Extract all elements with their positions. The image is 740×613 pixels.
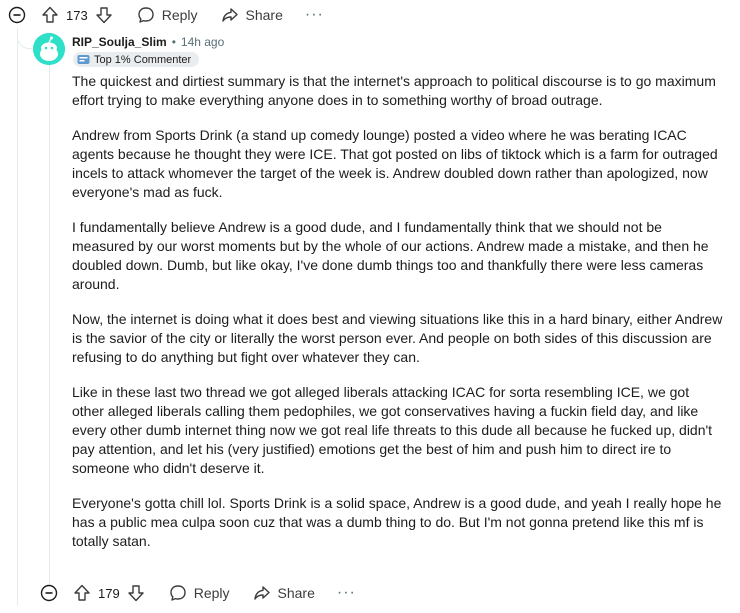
more-icon[interactable]: ··· (305, 6, 324, 24)
avatar[interactable] (33, 33, 65, 65)
comment-thread-line[interactable] (49, 64, 50, 584)
thread-connector (17, 28, 32, 49)
flair-icon (77, 54, 90, 65)
share-icon (220, 5, 240, 25)
reply-button[interactable]: Reply (136, 5, 198, 25)
share-label: Share (245, 7, 283, 23)
reply-button[interactable]: Reply (168, 583, 230, 603)
comment-paragraph: Now, the internet is doing what it does … (72, 311, 723, 365)
comment-paragraph: I fundamentally believe Andrew is a good… (72, 219, 709, 292)
parent-action-bar: 173 Reply Share ··· (8, 0, 324, 30)
comment-paragraph: Everyone's gotta chill lol. Sports Drink… (72, 495, 722, 549)
comment-score: 179 (98, 585, 120, 601)
timestamp[interactable]: 14h ago (181, 35, 224, 49)
comment-body: The quickest and dirtiest summary is tha… (72, 72, 724, 567)
reply-icon (136, 5, 156, 25)
username[interactable]: RIP_Soulja_Slim (72, 35, 167, 49)
downvote-icon[interactable] (126, 583, 146, 603)
thread-line[interactable] (17, 28, 18, 606)
parent-score: 173 (66, 7, 88, 23)
comment-action-bar: 179 Reply Share ··· (40, 578, 356, 608)
avatar-snoo (33, 33, 65, 65)
user-flair-badge: Top 1% Commenter (73, 52, 200, 67)
upvote-icon[interactable] (72, 583, 92, 603)
reply-icon (168, 583, 188, 603)
meta-separator: • (171, 35, 176, 49)
reply-label: Reply (193, 585, 230, 601)
flair-label: Top 1% Commenter (94, 53, 192, 66)
share-button[interactable]: Share (252, 583, 315, 603)
share-button[interactable]: Share (220, 5, 283, 25)
comment-paragraph: The quickest and dirtiest summary is tha… (72, 73, 716, 108)
reply-label: Reply (161, 7, 198, 23)
comment-paragraph: Like in these last two thread we got all… (72, 384, 713, 476)
collapse-icon[interactable] (40, 584, 58, 602)
comment-meta: RIP_Soulja_Slim • 14h ago (72, 35, 224, 49)
downvote-icon[interactable] (94, 5, 114, 25)
upvote-icon[interactable] (40, 5, 60, 25)
more-icon[interactable]: ··· (337, 584, 356, 602)
comment-paragraph: Andrew from Sports Drink (a stand up com… (72, 127, 718, 200)
share-icon (252, 583, 272, 603)
collapse-icon[interactable] (8, 6, 26, 24)
share-label: Share (277, 585, 315, 601)
